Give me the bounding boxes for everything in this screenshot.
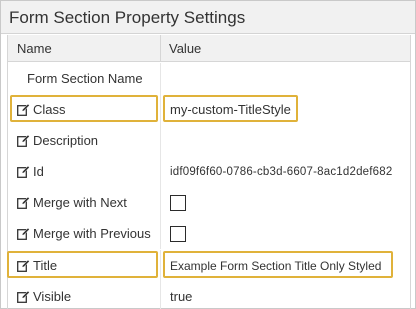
property-name: Id bbox=[8, 156, 161, 187]
property-name: Description bbox=[8, 125, 161, 156]
panel-title: Form Section Property Settings bbox=[1, 1, 415, 34]
property-value[interactable] bbox=[161, 63, 410, 94]
property-name-label: Id bbox=[33, 164, 44, 179]
property-value-text: Example Form Section Title Only Styled bbox=[170, 258, 382, 273]
property-value[interactable]: my-custom-TitleStyle bbox=[161, 94, 410, 125]
property-row-class[interactable]: Class my-custom-TitleStyle bbox=[8, 94, 410, 125]
property-value-text: true bbox=[170, 289, 193, 304]
property-name-label: Visible bbox=[33, 289, 72, 304]
edit-icon[interactable] bbox=[17, 259, 30, 272]
property-name-label: Class bbox=[33, 102, 66, 117]
property-value[interactable]: true bbox=[161, 281, 410, 309]
column-header-name[interactable]: Name bbox=[8, 35, 161, 61]
property-row-id[interactable]: Id idf09f6f60-0786-cb3d-6607-8ac1d2def68… bbox=[8, 156, 410, 187]
property-value-text: idf09f6f60-0786-cb3d-6607-8ac1d2def682 bbox=[170, 165, 393, 178]
property-value[interactable] bbox=[161, 125, 410, 156]
property-row-description[interactable]: Description bbox=[8, 125, 410, 156]
column-header-value[interactable]: Value bbox=[161, 35, 201, 61]
property-value[interactable]: idf09f6f60-0786-cb3d-6607-8ac1d2def682 bbox=[161, 156, 410, 187]
property-name-label: Description bbox=[33, 133, 99, 148]
property-value-text: my-custom-TitleStyle bbox=[170, 102, 291, 117]
edit-icon[interactable] bbox=[17, 165, 30, 178]
property-name-label: Form Section Name bbox=[27, 71, 143, 86]
property-name: Form Section Name bbox=[8, 63, 161, 94]
merge-with-next-checkbox[interactable] bbox=[170, 194, 186, 211]
property-name: Visible bbox=[8, 281, 161, 309]
grid-header: Name Value bbox=[8, 35, 410, 62]
property-name-label: Title bbox=[33, 258, 58, 273]
edit-icon[interactable] bbox=[17, 196, 30, 209]
property-row-form-section-name[interactable]: Form Section Name bbox=[8, 63, 410, 94]
property-settings-panel: Form Section Property Settings Name Valu… bbox=[0, 0, 416, 309]
property-row-visible[interactable]: Visible true bbox=[8, 281, 410, 309]
property-name: Class bbox=[8, 94, 161, 125]
property-value[interactable]: Example Form Section Title Only Styled bbox=[161, 250, 410, 281]
property-value bbox=[161, 187, 410, 218]
edit-icon[interactable] bbox=[17, 290, 30, 303]
property-name: Title bbox=[8, 250, 161, 281]
property-name-label: Merge with Next bbox=[33, 195, 127, 210]
merge-with-previous-checkbox[interactable] bbox=[170, 225, 186, 242]
edit-icon[interactable] bbox=[17, 227, 30, 240]
property-row-merge-with-previous[interactable]: Merge with Previous bbox=[8, 218, 410, 249]
property-name-label: Merge with Previous bbox=[33, 226, 151, 241]
property-row-merge-with-next[interactable]: Merge with Next bbox=[8, 187, 410, 218]
property-row-title[interactable]: Title Example Form Section Title Only St… bbox=[8, 250, 410, 281]
edit-icon[interactable] bbox=[17, 103, 30, 116]
edit-icon[interactable] bbox=[17, 134, 30, 147]
property-name: Merge with Previous bbox=[8, 218, 161, 249]
property-grid: Name Value Form Section Name Class my-cu… bbox=[7, 35, 411, 309]
property-name: Merge with Next bbox=[8, 187, 161, 218]
property-value bbox=[161, 218, 410, 249]
